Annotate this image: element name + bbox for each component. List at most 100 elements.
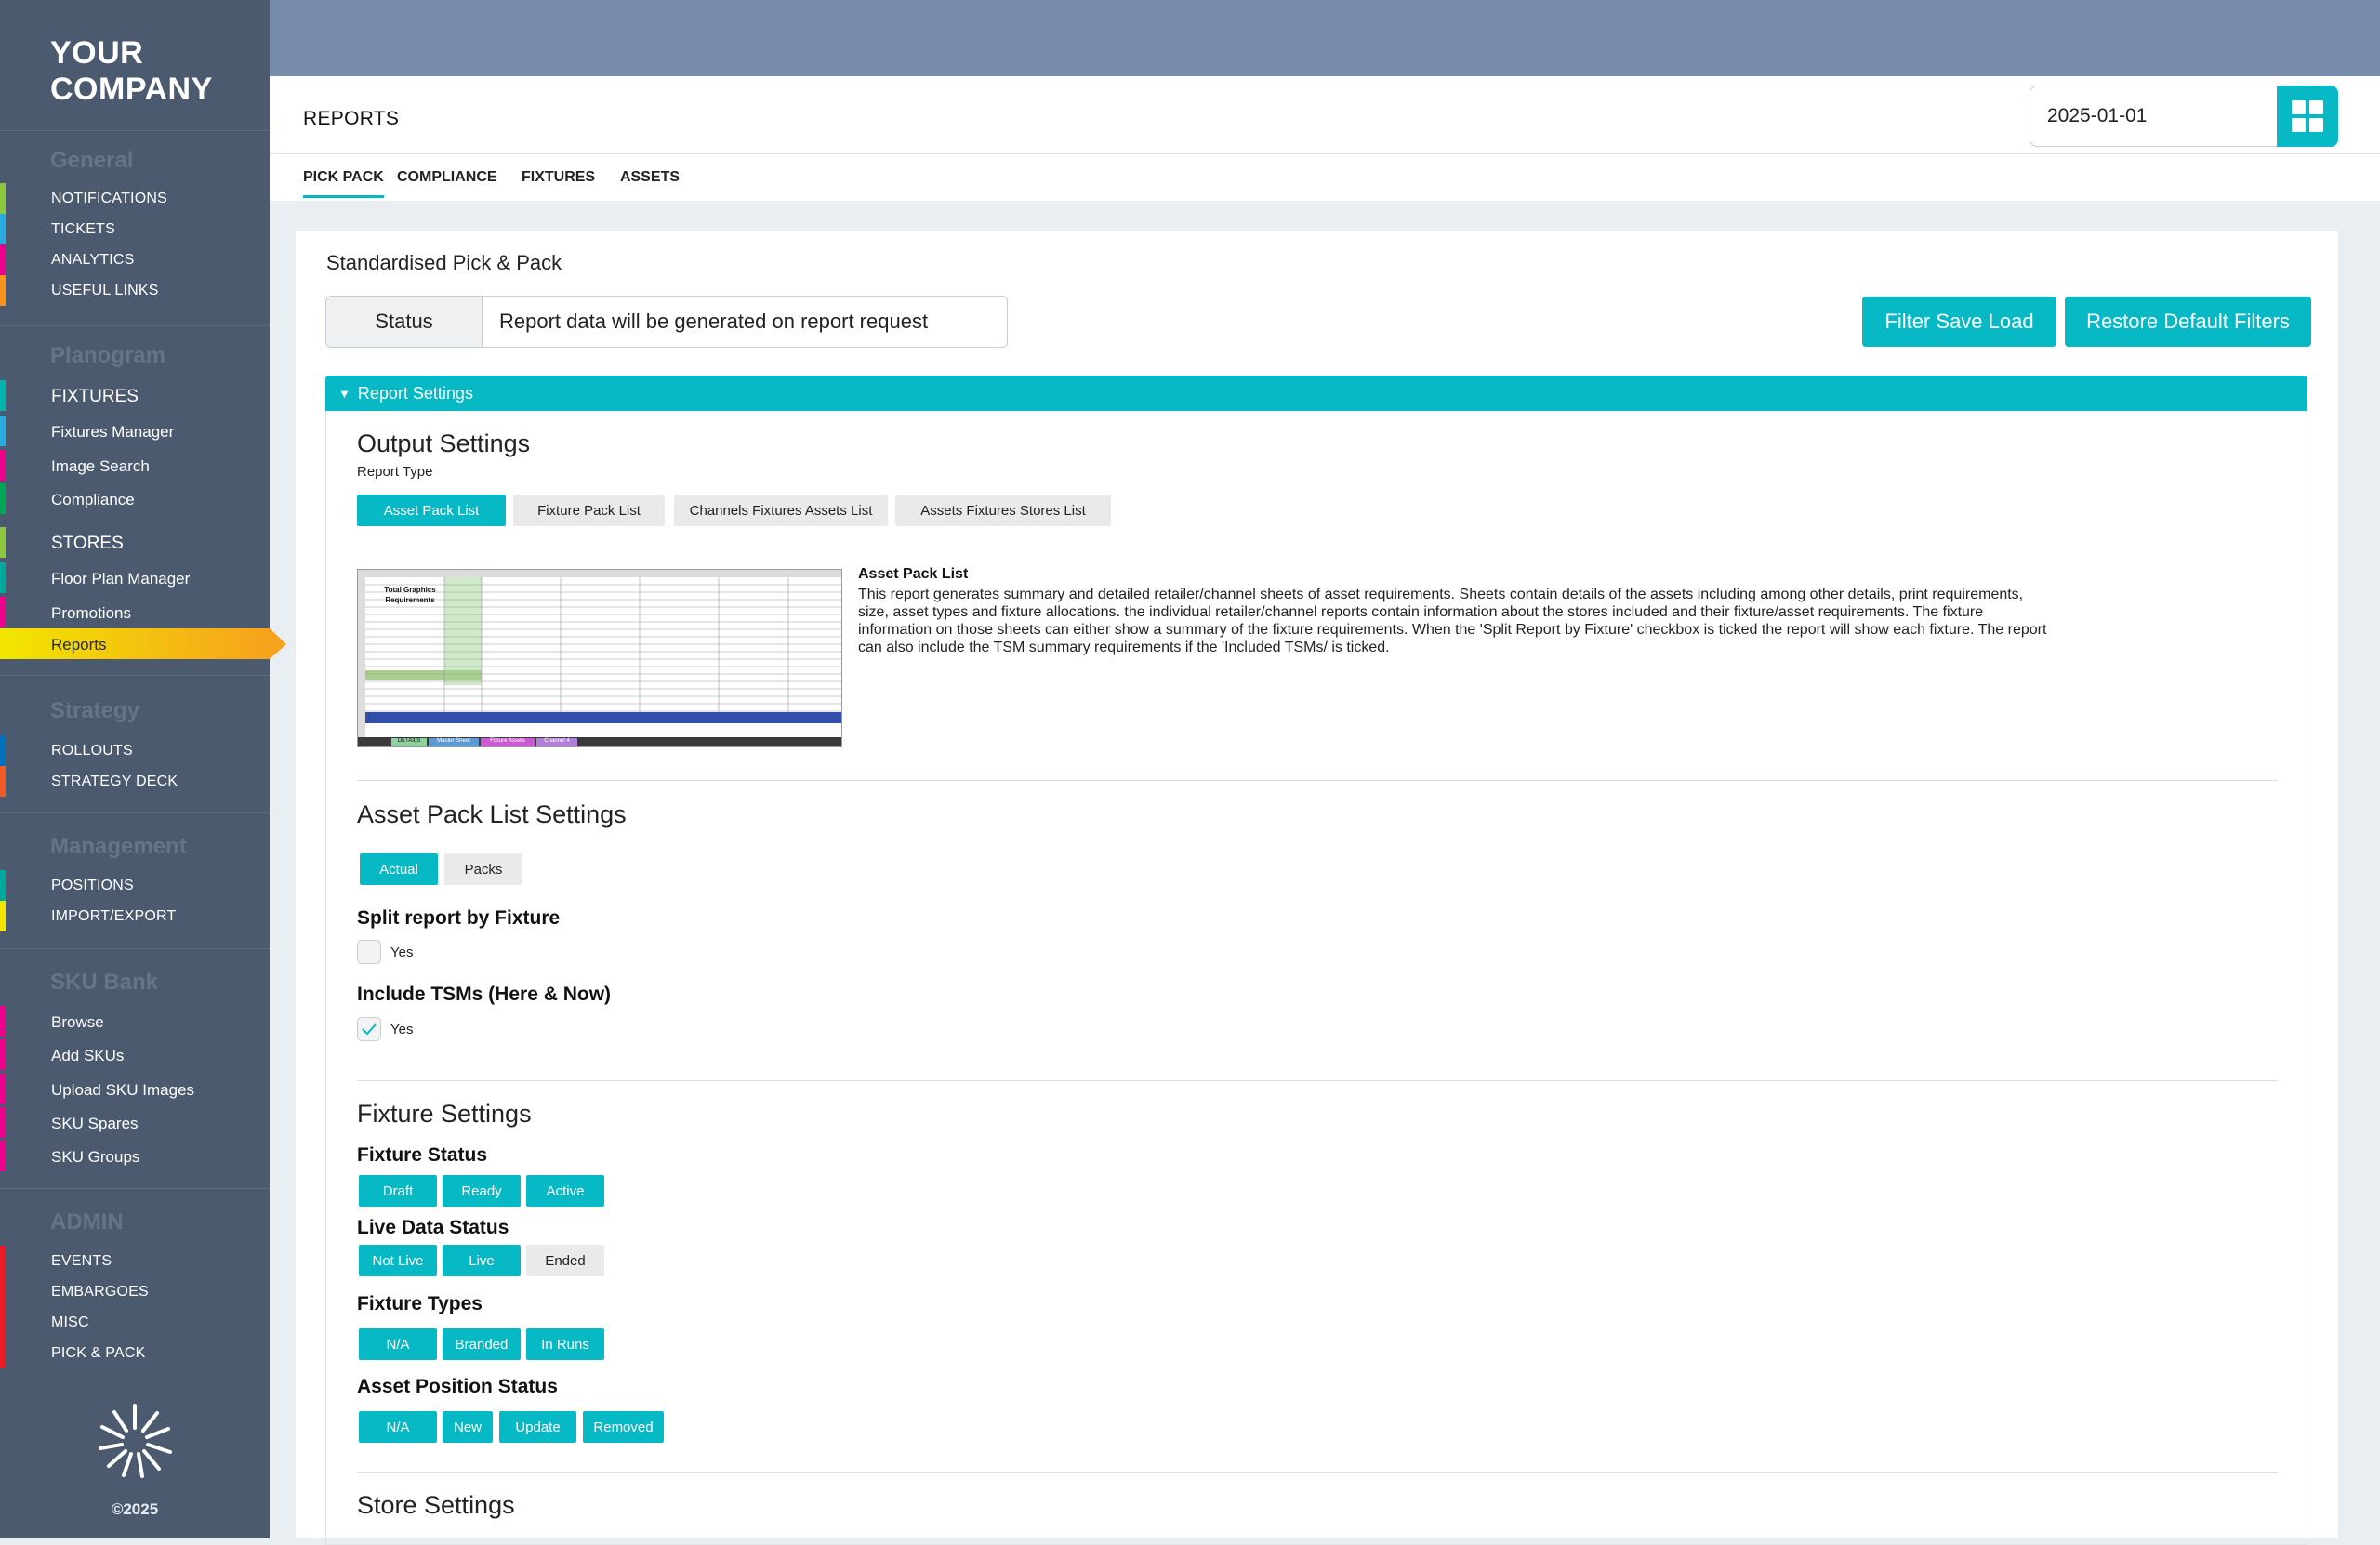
nav-color-bar [0,562,6,593]
nav-item-label: SKU Spares [51,1115,139,1132]
nav-item-pick-and-pack[interactable]: PICK & PACK [0,1338,270,1368]
nav-item-label: MISC [51,1314,89,1330]
position-status-update[interactable]: Update [499,1411,576,1443]
fixture-status-ready[interactable]: Ready [443,1175,521,1207]
report-type-assets-fixtures-stores-list[interactable]: Assets Fixtures Stores List [895,495,1111,526]
live-status-ended[interactable]: Ended [526,1245,604,1276]
nav-item-tickets[interactable]: TICKETS [0,214,270,244]
nav-item-sku-groups[interactable]: SKU Groups [0,1141,270,1171]
nav-item-label: EVENTS [51,1253,112,1269]
mode-actual-button[interactable]: Actual [360,853,438,885]
nav-section-title: Management [50,834,187,859]
nav-item-label: Add SKUs [51,1047,125,1064]
nav-item-events[interactable]: EVENTS [0,1246,270,1276]
nav-color-bar [0,214,6,244]
fixture-type-branded[interactable]: Branded [443,1328,521,1360]
grid-icon [2292,100,2323,132]
include-tsms-yes-label: Yes [390,1022,414,1037]
tab-pick-pack[interactable]: PICK PACK [303,169,384,198]
fixture-status-active[interactable]: Active [526,1175,604,1207]
layout-grid-button[interactable] [2277,86,2338,147]
nav-item-positions[interactable]: POSITIONS [0,870,270,901]
include-tsms-checkbox[interactable] [357,1017,381,1041]
nav-color-bar [0,1338,6,1368]
mode-packs-button[interactable]: Packs [444,853,522,885]
tab-fixtures[interactable]: FIXTURES [522,169,595,186]
store-settings-heading: Store Settings [357,1491,515,1519]
nav-item-label: SKU Groups [51,1148,140,1166]
report-type-label: Report Type [357,464,433,480]
thumbnail-tab-label: Channel 4 [544,738,570,744]
nav-item-stores[interactable]: STORES [0,527,270,558]
nav-item-label: NOTIFICATIONS [51,191,167,206]
fixture-status-draft[interactable]: Draft [359,1175,437,1207]
fixture-settings-heading: Fixture Settings [357,1100,532,1128]
nav-item-notifications[interactable]: NOTIFICATIONS [0,183,270,214]
nav-item-label: TICKETS [51,221,115,237]
header-divider [270,153,2380,154]
section-divider [357,1080,2278,1081]
position-status-na[interactable]: N/A [359,1411,437,1443]
nav-item-add-skus[interactable]: Add SKUs [0,1039,270,1070]
nav-item-reports[interactable]: Reports [0,628,286,659]
restore-default-filters-button[interactable]: Restore Default Filters [2065,297,2311,347]
live-status-live[interactable]: Live [443,1245,521,1276]
nav-color-bar [0,1307,6,1338]
nav-item-floor-plan-manager[interactable]: Floor Plan Manager [0,562,270,593]
nav-item-analytics[interactable]: ANALYTICS [0,244,270,275]
live-status-not-live[interactable]: Not Live [359,1245,437,1276]
nav-item-misc[interactable]: MISC [0,1307,270,1338]
thumbnail-tab-label: DETAILS [397,738,421,744]
tab-assets[interactable]: ASSETS [620,169,680,186]
nav-item-import-export[interactable]: IMPORT/EXPORT [0,901,270,931]
checkmark-icon [362,1023,377,1036]
report-title: Standardised Pick & Pack [326,251,562,274]
status-label: Status [326,297,483,347]
position-status-new[interactable]: New [443,1411,493,1443]
nav-color-bar [0,1141,6,1171]
brand-line-2: COMPANY [50,72,213,107]
fixture-type-na[interactable]: N/A [359,1328,437,1360]
nav-item-image-search[interactable]: Image Search [0,450,270,481]
thumbnail-tab-label: Fixture Assets [490,738,525,744]
report-settings-toggle[interactable]: ▼ Report Settings [325,376,2307,411]
caret-down-icon: ▼ [338,386,350,401]
nav-item-embargoes[interactable]: EMBARGOES [0,1276,270,1307]
company-logo-text[interactable]: YOUR COMPANY [50,35,213,108]
include-tsms-heading: Include TSMs (Here & Now) [357,984,612,1005]
nav-item-label: EMBARGOES [51,1284,149,1300]
nav-item-rollouts[interactable]: ROLLOUTS [0,735,270,766]
nav-item-label: Reports [51,636,107,654]
nav-color-bar [0,380,6,411]
sidebar: YOUR COMPANY General NOTIFICATIONS TICKE… [0,0,286,1538]
nav-item-useful-links[interactable]: USEFUL LINKS [0,275,270,306]
nav-section-title: ADMIN [50,1209,124,1235]
nav-item-strategy-deck[interactable]: STRATEGY DECK [0,766,270,797]
brand-line-1: YOUR [50,35,144,71]
nav-item-promotions[interactable]: Promotions [0,597,270,627]
nav-item-fixtures[interactable]: FIXTURES [0,380,270,411]
section-divider [357,1472,2278,1473]
nav-item-sku-spares[interactable]: SKU Spares [0,1107,270,1138]
nav-color-bar [0,1074,6,1104]
report-type-channels-fixtures-assets-list[interactable]: Channels Fixtures Assets List [674,495,888,526]
nav-item-upload-sku-images[interactable]: Upload SKU Images [0,1074,270,1104]
thumbnail-heading-line-2: Requirements [385,596,435,604]
nav-color-bar [0,450,6,481]
nav-color-bar [0,1039,6,1070]
report-type-fixture-pack-list[interactable]: Fixture Pack List [513,495,665,526]
fixture-type-in-runs[interactable]: In Runs [526,1328,604,1360]
filter-save-load-button[interactable]: Filter Save Load [1862,297,2056,347]
nav-item-compliance[interactable]: Compliance [0,483,270,514]
nav-item-label: Upload SKU Images [51,1081,195,1099]
nav-item-fixtures-manager[interactable]: Fixtures Manager [0,416,270,446]
split-report-checkbox[interactable] [357,940,381,964]
nav-item-label: Compliance [51,491,135,508]
position-status-removed[interactable]: Removed [583,1411,664,1443]
output-settings-heading: Output Settings [357,429,531,457]
date-input[interactable] [2030,86,2277,147]
tab-compliance[interactable]: COMPLIANCE [397,169,497,186]
asset-pack-list-settings-heading: Asset Pack List Settings [357,800,627,828]
report-type-asset-pack-list[interactable]: Asset Pack List [357,495,506,526]
nav-item-browse[interactable]: Browse [0,1006,270,1037]
